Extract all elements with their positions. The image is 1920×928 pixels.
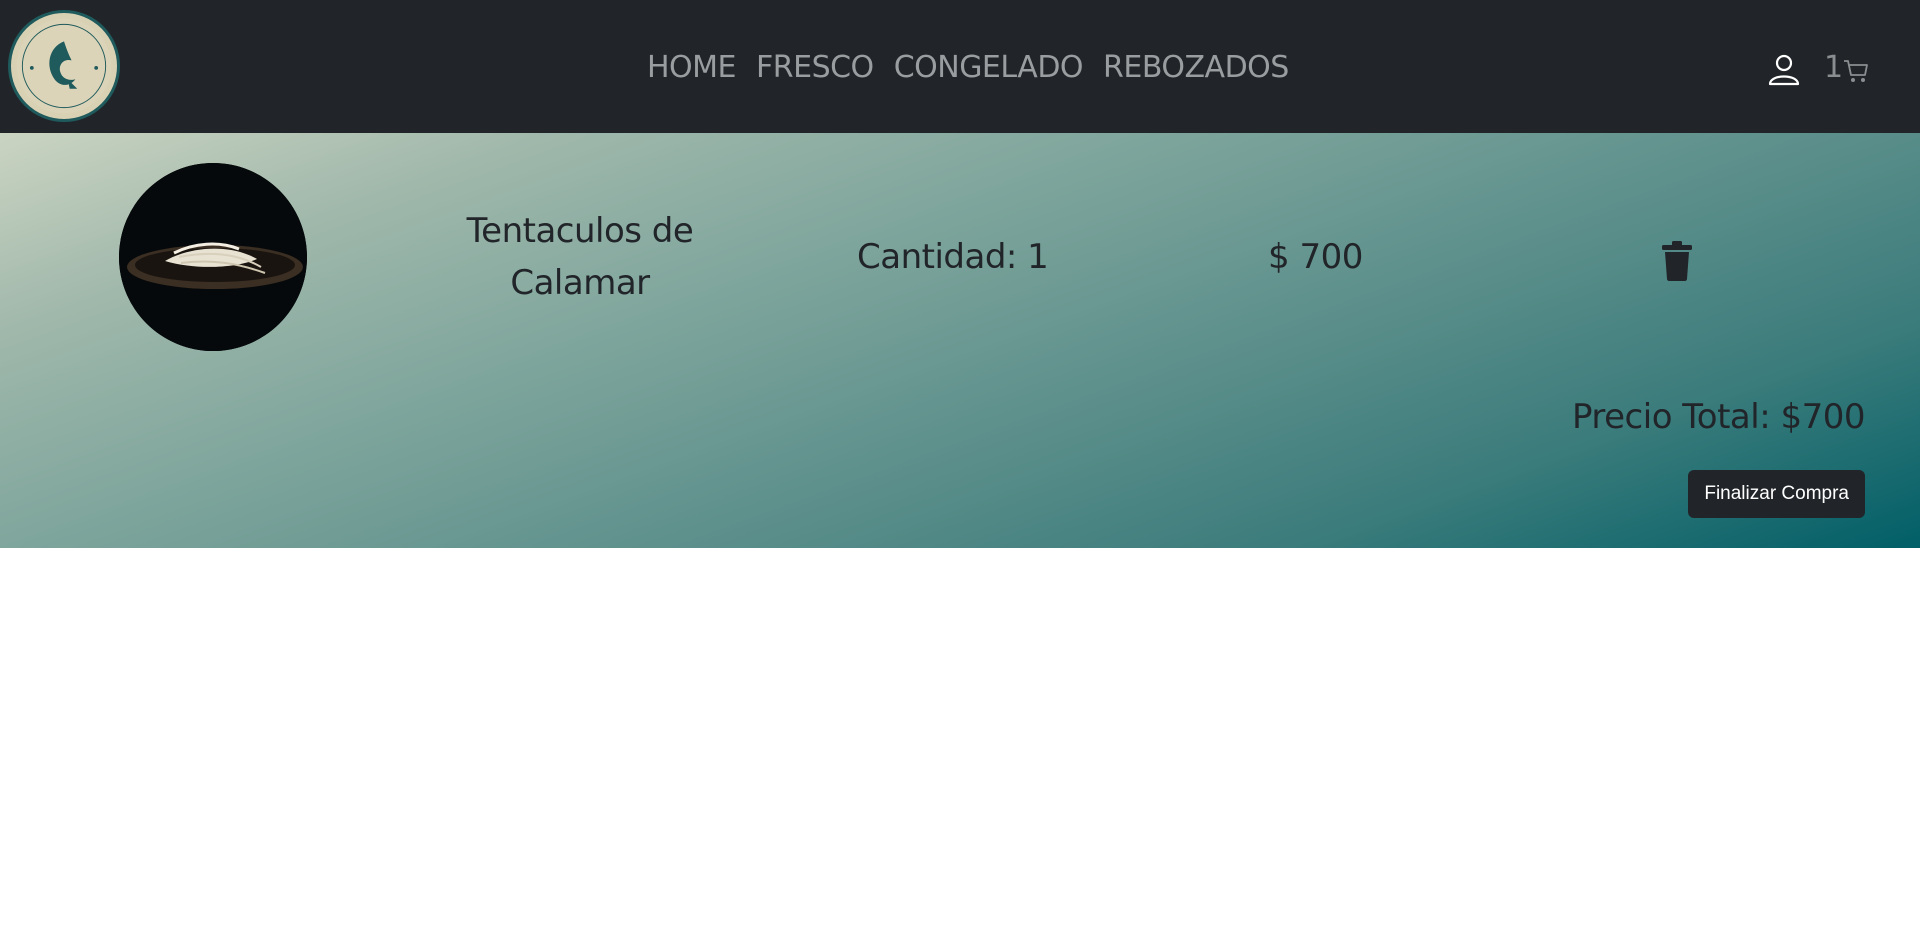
fish-logo-icon xyxy=(16,18,112,114)
main-nav: HOME FRESCO CONGELADO REBOZADOS xyxy=(647,48,1289,88)
trash-icon[interactable] xyxy=(1660,241,1694,281)
nav-link-rebozados[interactable]: REBOZADOS xyxy=(1103,48,1289,88)
cart-count-badge[interactable]: 1 xyxy=(1824,50,1843,86)
nav-link-fresco[interactable]: FRESCO xyxy=(756,48,874,88)
checkout-button[interactable]: Finalizar Compra xyxy=(1688,470,1865,518)
squid-plate-image xyxy=(119,163,307,351)
product-image xyxy=(119,163,307,351)
product-price: $ 700 xyxy=(1268,237,1363,277)
product-quantity: Cantidad: 1 xyxy=(857,237,1049,277)
product-name: Tentaculos de Calamar xyxy=(466,211,694,303)
total-price: Precio Total: $700 xyxy=(1572,397,1866,437)
nav-link-home[interactable]: HOME xyxy=(647,48,737,88)
user-icon[interactable] xyxy=(1767,52,1801,86)
brand-logo[interactable] xyxy=(8,10,120,122)
nav-link-congelado[interactable]: CONGELADO xyxy=(894,48,1084,88)
cart-section: Tentaculos de Calamar Cantidad: 1 $ 700 … xyxy=(0,133,1920,548)
cart-icon[interactable] xyxy=(1843,58,1869,84)
navbar: HOME FRESCO CONGELADO REBOZADOS 1 xyxy=(0,0,1920,133)
